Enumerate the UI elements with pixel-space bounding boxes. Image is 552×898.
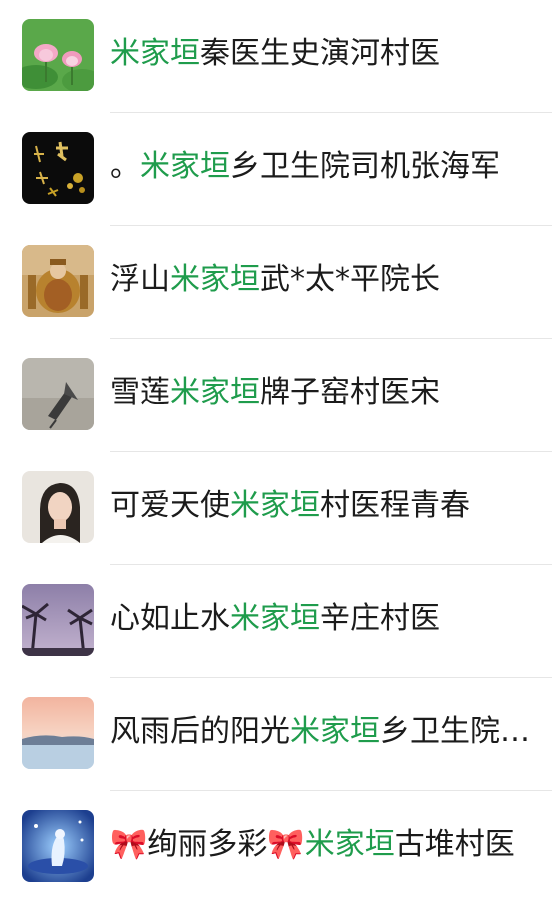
- contact-name: 雪莲米家垣牌子窑村医宋: [110, 373, 540, 413]
- lotus-avatar: [22, 19, 94, 91]
- name-highlight: 米家垣: [290, 714, 380, 749]
- contact-name: 可爱天使米家垣村医程青春: [110, 486, 540, 526]
- name-suffix: 牌子窑村医宋: [260, 375, 440, 410]
- name-prefix: 浮山: [110, 262, 170, 297]
- name-suffix: 村医程青春: [320, 488, 470, 523]
- contact-name: 🎀绚丽多彩🎀米家垣古堆村医: [110, 825, 540, 865]
- fantasy-blue-avatar: [22, 810, 94, 882]
- name-highlight: 米家垣: [140, 149, 230, 184]
- name-prefix: 风雨后的阳光: [110, 714, 290, 749]
- name-prefix: 雪莲: [110, 375, 170, 410]
- name-suffix: 辛庄村医: [320, 601, 440, 636]
- contact-row[interactable]: 。米家垣乡卫生院司机张海军: [0, 113, 552, 226]
- emperor-avatar: [22, 245, 94, 317]
- name-prefix: 。: [110, 149, 140, 184]
- calligraphy-avatar: [22, 132, 94, 204]
- contact-row[interactable]: 可爱天使米家垣村医程青春: [0, 452, 552, 565]
- contact-row[interactable]: 风雨后的阳光米家垣乡卫生院…: [0, 678, 552, 791]
- name-highlight: 米家垣: [170, 262, 260, 297]
- name-prefix: 心如止水: [110, 601, 230, 636]
- portrait-avatar: [22, 471, 94, 543]
- contact-row[interactable]: 🎀绚丽多彩🎀米家垣古堆村医: [0, 791, 552, 898]
- palm-trees-avatar: [22, 584, 94, 656]
- search-result-list: 米家垣秦医生史演河村医 。米家垣乡卫生院司机张海军 浮山米家垣武*太*平院长 雪…: [0, 0, 552, 898]
- umbrella-avatar: [22, 358, 94, 430]
- name-prefix: 可爱天使: [110, 488, 230, 523]
- name-highlight: 米家垣: [230, 601, 320, 636]
- name-highlight: 米家垣: [230, 488, 320, 523]
- contact-name: 风雨后的阳光米家垣乡卫生院…: [110, 712, 540, 752]
- sunset-sea-avatar: [22, 697, 94, 769]
- name-highlight: 米家垣: [170, 375, 260, 410]
- contact-row[interactable]: 雪莲米家垣牌子窑村医宋: [0, 339, 552, 452]
- contact-row[interactable]: 浮山米家垣武*太*平院长: [0, 226, 552, 339]
- name-highlight: 米家垣: [304, 827, 395, 862]
- name-highlight: 米家垣: [110, 36, 200, 71]
- contact-row[interactable]: 心如止水米家垣辛庄村医: [0, 565, 552, 678]
- contact-name: 心如止水米家垣辛庄村医: [110, 599, 540, 639]
- contact-name: 浮山米家垣武*太*平院长: [110, 260, 540, 300]
- contact-name: 。米家垣乡卫生院司机张海军: [110, 147, 540, 187]
- name-suffix: 武*太*平院长: [260, 262, 440, 297]
- name-suffix: 乡卫生院…: [380, 714, 530, 749]
- name-prefix: 🎀绚丽多彩🎀: [110, 827, 305, 862]
- contact-name: 米家垣秦医生史演河村医: [110, 34, 540, 74]
- contact-row[interactable]: 米家垣秦医生史演河村医: [0, 0, 552, 113]
- name-suffix: 乡卫生院司机张海军: [230, 149, 500, 184]
- name-suffix: 古堆村医: [394, 827, 515, 862]
- name-suffix: 秦医生史演河村医: [200, 36, 440, 71]
